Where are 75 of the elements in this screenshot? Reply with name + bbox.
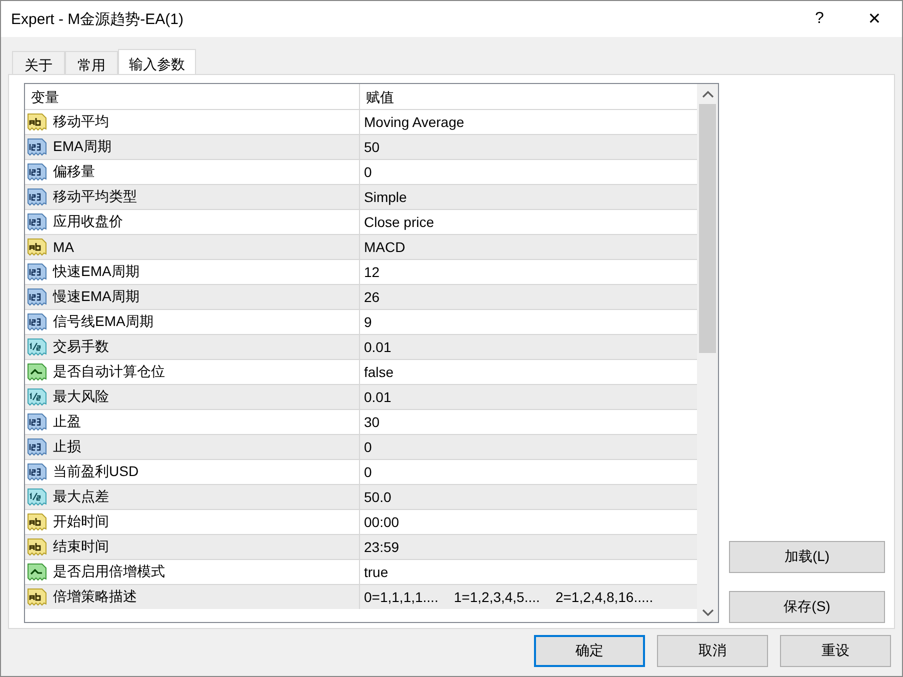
variable-value: false bbox=[364, 364, 394, 380]
help-button[interactable]: ? bbox=[792, 1, 847, 37]
variable-value: 50.0 bbox=[364, 489, 392, 505]
number-type-icon bbox=[27, 313, 47, 331]
variable-name: MA bbox=[53, 239, 74, 255]
variable-value: 30 bbox=[364, 414, 380, 430]
number-type-icon bbox=[27, 288, 47, 306]
fraction-type-icon bbox=[27, 488, 47, 506]
variable-name: 偏移量 bbox=[53, 163, 95, 181]
variable-value: 26 bbox=[364, 289, 380, 305]
variable-value: 50 bbox=[364, 139, 380, 155]
number-type-icon bbox=[27, 188, 47, 206]
scroll-down-icon[interactable] bbox=[702, 608, 714, 616]
variable-value: 0 bbox=[364, 439, 372, 455]
variable-name: 应用收盘价 bbox=[53, 213, 123, 231]
variable-name: 信号线EMA周期 bbox=[53, 313, 154, 331]
tab[interactable]: 输入参数 bbox=[118, 49, 196, 76]
variable-value: Simple bbox=[364, 189, 407, 205]
variable-value: 0 bbox=[364, 164, 372, 180]
variable-name: 开始时间 bbox=[53, 513, 109, 531]
variable-value: 23:59 bbox=[364, 539, 400, 555]
variable-value: 0.01 bbox=[364, 339, 392, 355]
toggle-type-icon bbox=[27, 363, 47, 381]
ab-type-icon bbox=[27, 238, 47, 256]
fraction-type-icon bbox=[27, 338, 47, 356]
reset-button[interactable]: 重设 bbox=[780, 635, 891, 667]
variable-name: 移动平均 bbox=[53, 113, 109, 131]
number-type-icon bbox=[27, 263, 47, 281]
variable-name: 是否自动计算仓位 bbox=[53, 363, 165, 381]
variable-value: 0 bbox=[364, 464, 372, 480]
number-type-icon bbox=[27, 463, 47, 481]
toggle-type-icon bbox=[27, 563, 47, 581]
variable-name: EMA周期 bbox=[53, 138, 112, 156]
number-type-icon bbox=[27, 438, 47, 456]
number-type-icon bbox=[27, 413, 47, 431]
fraction-type-icon bbox=[27, 388, 47, 406]
variable-value: 0.01 bbox=[364, 389, 392, 405]
load-button[interactable]: 加载(L) bbox=[729, 541, 885, 573]
number-type-icon bbox=[27, 163, 47, 181]
variable-value: Moving Average bbox=[364, 114, 464, 130]
ab-type-icon bbox=[27, 113, 47, 131]
column-header: 变量 bbox=[30, 88, 60, 107]
variable-name: 止盈 bbox=[53, 413, 81, 431]
variable-name: 交易手数 bbox=[53, 338, 109, 356]
variable-name: 止损 bbox=[53, 438, 81, 456]
ab-type-icon bbox=[27, 513, 47, 531]
ab-type-icon bbox=[27, 588, 47, 606]
variable-name: 慢速EMA周期 bbox=[53, 288, 140, 306]
variable-name: 倍增策略描述 bbox=[53, 588, 137, 606]
tab[interactable]: 关于 bbox=[12, 51, 65, 76]
variable-name: 当前盈利USD bbox=[53, 463, 139, 481]
cancel-button[interactable]: 取消 bbox=[657, 635, 768, 667]
scrollbar[interactable] bbox=[697, 84, 718, 622]
variable-value: MACD bbox=[364, 239, 406, 255]
variable-name: 移动平均类型 bbox=[53, 188, 137, 206]
scroll-up-icon[interactable] bbox=[702, 90, 714, 98]
variable-value: true bbox=[364, 564, 388, 580]
variable-name: 快速EMA周期 bbox=[53, 263, 140, 281]
variable-value: 0=1,1,1,1.... 1=1,2,3,4,5.... 2=1,2,4,8,16..... bbox=[364, 589, 654, 605]
window-title: Expert - M金源趋势-EA(1) bbox=[11, 10, 185, 28]
number-type-icon bbox=[27, 138, 47, 156]
number-type-icon bbox=[27, 213, 47, 231]
close-button[interactable]: ✕ bbox=[847, 1, 902, 37]
variable-name: 最大点差 bbox=[53, 488, 109, 506]
variable-name: 最大风险 bbox=[53, 388, 109, 406]
variable-name: 结束时间 bbox=[53, 538, 109, 556]
variable-value: Close price bbox=[364, 214, 434, 230]
save-button[interactable]: 保存(S) bbox=[729, 591, 885, 623]
ok-button[interactable]: 确定 bbox=[534, 635, 645, 667]
tab[interactable]: 常用 bbox=[65, 51, 118, 76]
variable-value: 12 bbox=[364, 264, 380, 280]
ab-type-icon bbox=[27, 538, 47, 556]
variable-name: 是否启用倍增模式 bbox=[53, 563, 165, 581]
variable-value: 9 bbox=[364, 314, 372, 330]
variable-value: 00:00 bbox=[364, 514, 400, 530]
